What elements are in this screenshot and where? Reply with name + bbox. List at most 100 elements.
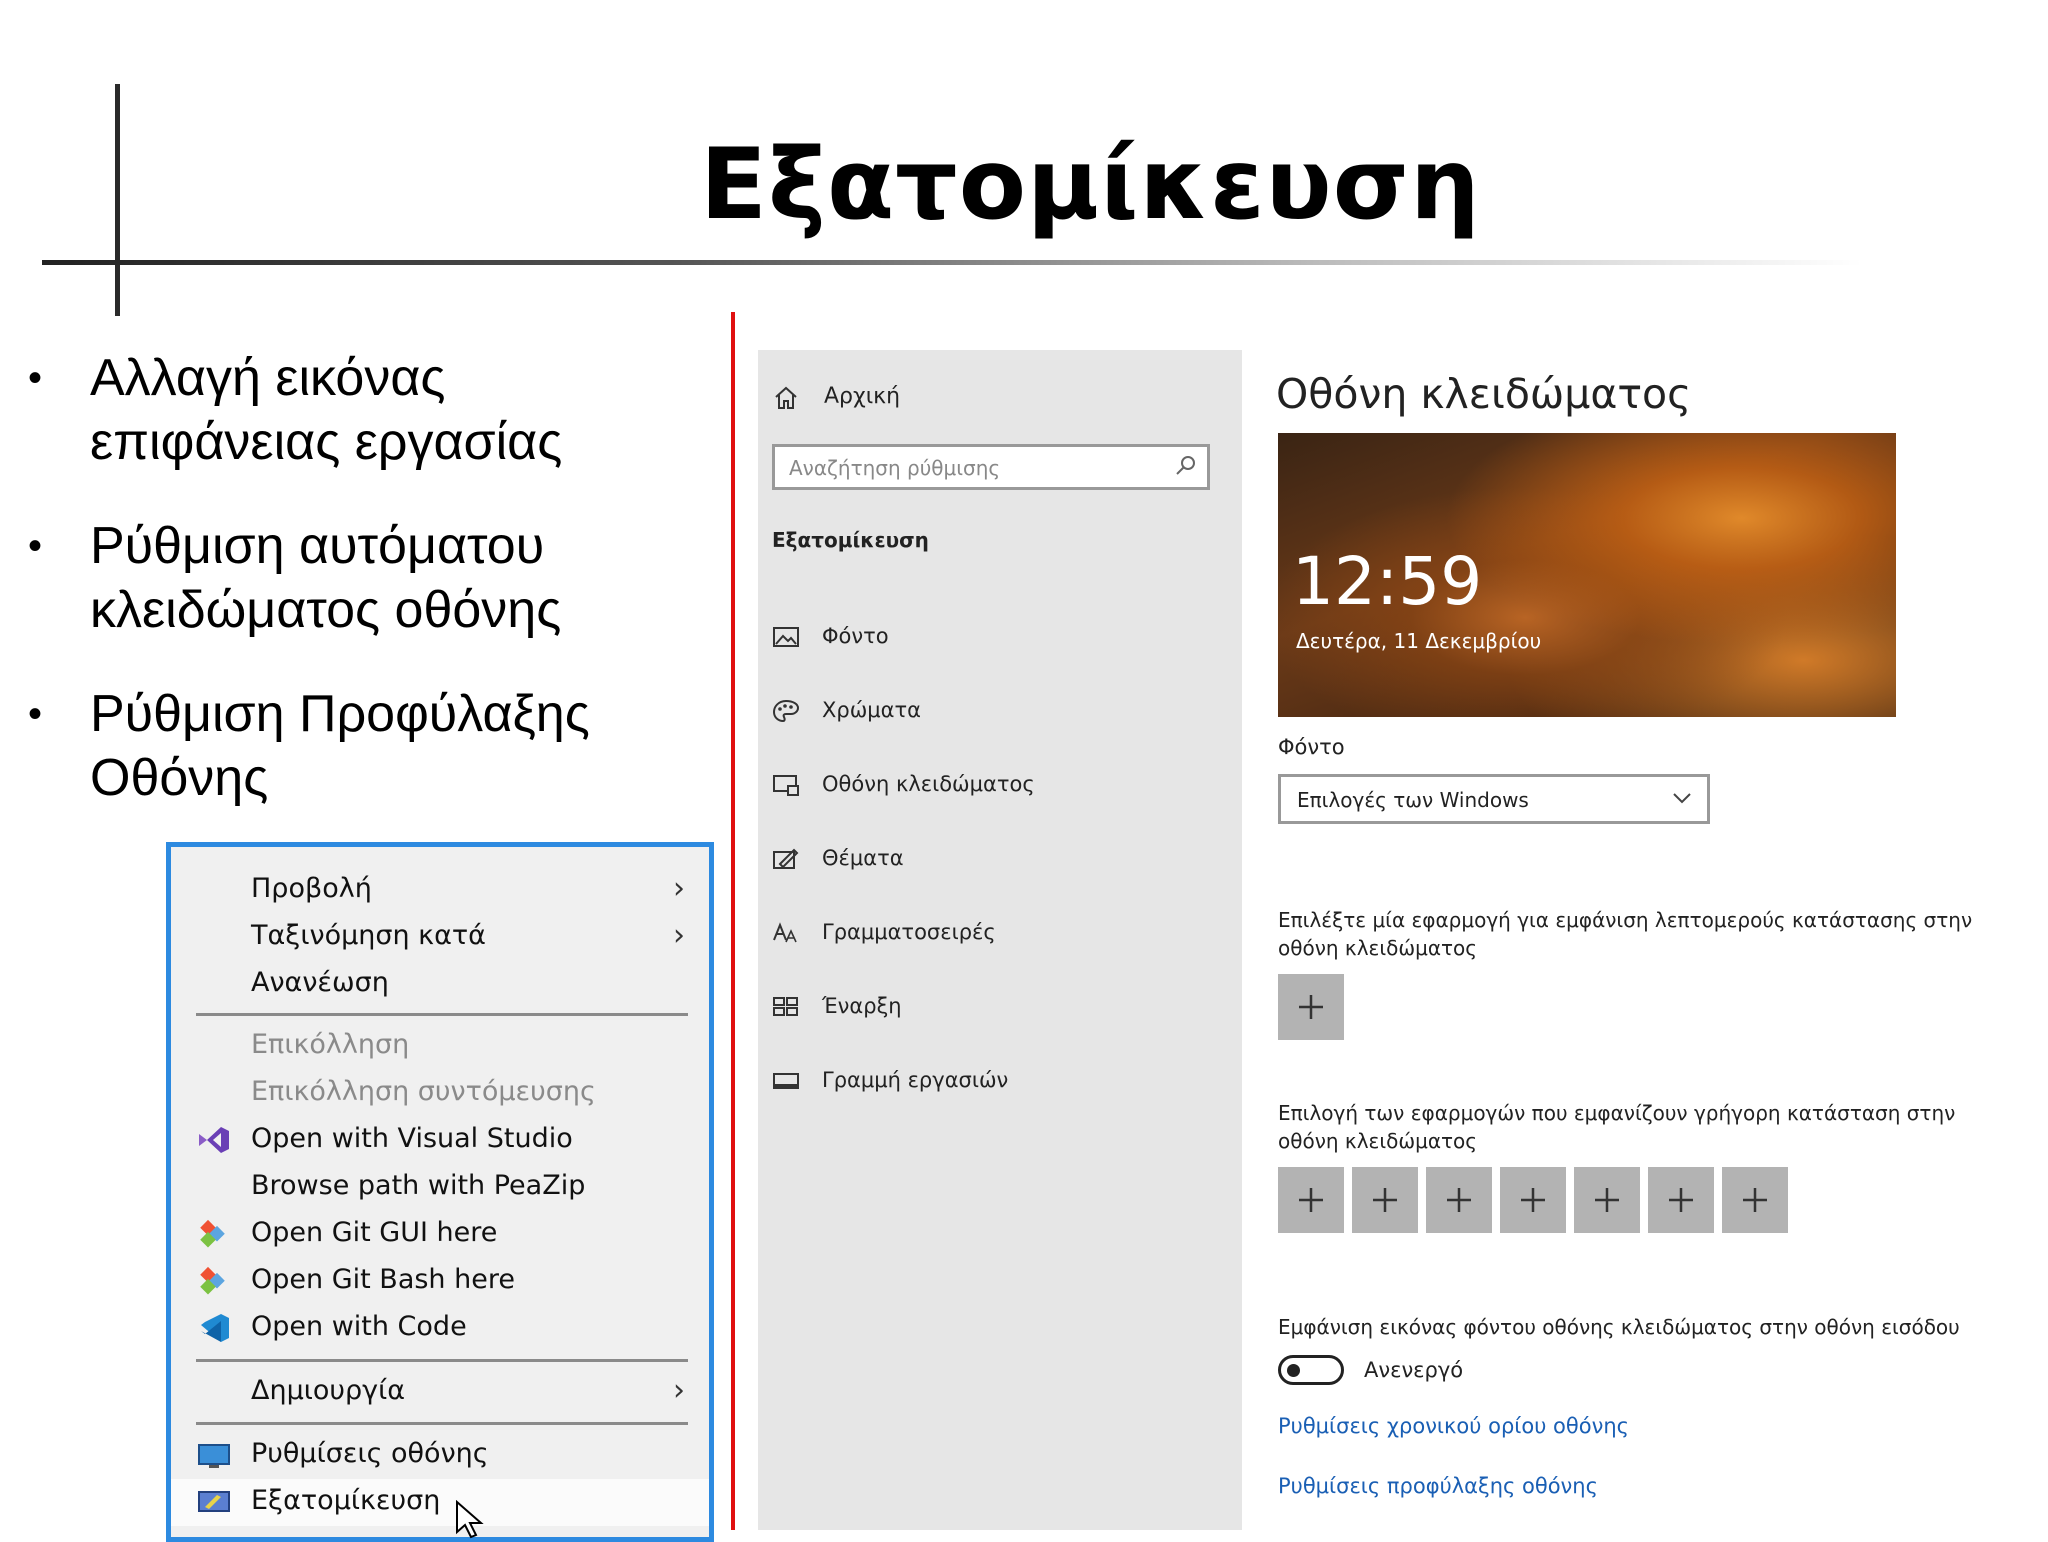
add-detailed-status-app-button[interactable] [1278,974,1344,1040]
show-bg-toggle[interactable] [1278,1355,1344,1385]
add-quick-status-app-button[interactable] [1278,1167,1344,1233]
menu-item-open-git-gui[interactable]: Open Git GUI here [171,1211,709,1258]
bullet-item: • Ρύθμιση αυτόματου κλειδώματος οθόνης [28,514,688,642]
sidebar-item-start[interactable]: Έναρξη [772,990,1212,1030]
menu-item-view[interactable]: Προβολή › [171,867,709,914]
sidebar-item-label: Θέματα [822,846,904,870]
bullet-line: Ρύθμιση Προφύλαξης [90,685,590,743]
slide-horizontal-rule [42,260,1862,265]
add-quick-status-app-button[interactable] [1574,1167,1640,1233]
desc-line: Επιλέξτε μία εφαρμογή για εμφάνιση λεπτο… [1278,908,1973,932]
dropdown-value: Επιλογές των Windows [1297,788,1529,812]
submenu-arrow-icon: › [673,918,685,953]
home-icon [775,386,797,409]
menu-item-label: Επικόλληση συντόμευσης [251,1076,596,1107]
screen-timeout-settings-link[interactable]: Ρυθμίσεις χρονικού ορίου οθόνης [1278,1414,1629,1438]
settings-search-input[interactable]: Αναζήτηση ρύθμισης [772,444,1210,490]
menu-item-new[interactable]: Δημιουργία › [171,1369,709,1416]
plus-icon [1299,995,1323,1019]
submenu-arrow-icon: › [673,1373,685,1408]
add-quick-status-app-button[interactable] [1352,1167,1418,1233]
vscode-icon [201,1314,229,1342]
sidebar-item-label: Αρχική [824,384,901,409]
submenu-arrow-icon: › [673,871,685,906]
page-title: Οθόνη κλειδώματος [1276,370,1692,418]
background-label: Φόντο [1278,735,1345,759]
bullet-line: Οθόνης [90,749,269,807]
menu-item-label: Browse path with PeaZip [251,1170,586,1201]
search-icon [1176,456,1195,475]
themes-icon [773,848,799,869]
menu-item-label: Προβολή [251,873,372,904]
sidebar-item-label: Γραμματοσειρές [822,920,996,944]
plus-icon [1447,1188,1471,1212]
menu-separator [196,1013,688,1016]
menu-item-label: Δημιουργία [251,1375,406,1406]
preview-time: 12:59 [1292,543,1483,620]
mouse-cursor-icon [456,1500,484,1539]
menu-item-refresh[interactable]: Ανανέωση [171,961,709,1008]
add-quick-status-app-button[interactable] [1426,1167,1492,1233]
sidebar-item-colors[interactable]: Χρώματα [772,694,1212,734]
desktop-context-menu: Προβολή › Ταξινόμηση κατά › Ανανέωση Επι… [166,842,714,1542]
add-quick-status-app-button[interactable] [1722,1167,1788,1233]
sidebar-item-label: Φόντο [822,624,889,648]
preview-date: Δευτέρα, 11 Δεκεμβρίου [1296,629,1542,653]
menu-item-label: Open with Visual Studio [251,1123,573,1154]
personalize-icon [198,1491,230,1512]
menu-item-label: Εξατομίκευση [251,1485,441,1516]
sidebar-item-themes[interactable]: Θέματα [772,842,1212,882]
image-icon [773,627,799,647]
menu-item-open-git-bash[interactable]: Open Git Bash here [171,1258,709,1305]
red-divider [731,312,735,1530]
toggle-state-label: Ανενεργό [1364,1358,1464,1382]
menu-item-open-with-code[interactable]: Open with Code [171,1305,709,1352]
sidebar-item-lock-screen[interactable]: Οθόνη κλειδώματος [772,768,1212,808]
bullet-line: κλειδώματος οθόνης [90,581,562,639]
plus-icon [1595,1188,1619,1212]
bullet-marker: • [28,692,43,736]
plus-icon [1669,1188,1693,1212]
sidebar-item-background[interactable]: Φόντο [772,620,1212,660]
start-icon [773,997,798,1016]
background-dropdown[interactable]: Επιλογές των Windows [1278,774,1710,824]
fonts-icon [773,922,797,943]
sidebar-item-label: Έναρξη [822,994,902,1018]
menu-item-paste-shortcut: Επικόλληση συντόμευσης [171,1070,709,1117]
menu-item-label: Επικόλληση [251,1029,410,1060]
bullet-line: Αλλαγή εικόνας [90,349,446,407]
settings-sidebar: Αρχική Αναζήτηση ρύθμισης Εξατομίκευση Φ… [758,350,1242,1530]
taskbar-icon [773,1073,799,1089]
menu-separator [196,1359,688,1362]
show-bg-description: Εμφάνιση εικόνας φόντου οθόνης κλειδώματ… [1278,1315,1960,1339]
screen-saver-settings-link[interactable]: Ρυθμίσεις προφύλαξης οθόνης [1278,1474,1598,1498]
menu-item-display-settings[interactable]: Ρυθμίσεις οθόνης [171,1432,709,1479]
quick-status-description: Επιλογή των εφαρμογών που εμφανίζουν γρή… [1278,1099,1978,1155]
menu-item-label: Open with Code [251,1311,467,1342]
sidebar-item-fonts[interactable]: Γραμματοσειρές [772,916,1212,956]
plus-icon [1299,1188,1323,1212]
bullet-line: Ρύθμιση αυτόματου [90,517,545,575]
bullet-item: • Αλλαγή εικόνας επιφάνειας εργασίας [28,346,688,474]
menu-item-open-visual-studio[interactable]: Open with Visual Studio [171,1117,709,1164]
desc-line: οθόνη κλειδώματος [1278,1129,1478,1153]
desc-line: οθόνη κλειδώματος [1278,936,1478,960]
plus-icon [1521,1188,1545,1212]
chevron-down-icon [1673,793,1691,804]
sidebar-item-label: Γραμμή εργασιών [822,1068,1009,1092]
sidebar-item-taskbar[interactable]: Γραμμή εργασιών [772,1064,1212,1104]
search-placeholder: Αναζήτηση ρύθμισης [789,456,1001,480]
add-quick-status-app-button[interactable] [1500,1167,1566,1233]
plus-icon [1743,1188,1767,1212]
desc-line: Επιλογή των εφαρμογών που εμφανίζουν γρή… [1278,1101,1956,1125]
bullet-list: • Αλλαγή εικόνας επιφάνειας εργασίας • Ρ… [28,346,688,850]
menu-item-personalize[interactable]: Εξατομίκευση [171,1479,709,1526]
menu-item-label: Ταξινόμηση κατά [251,920,486,951]
menu-item-sort-by[interactable]: Ταξινόμηση κατά › [171,914,709,961]
bullet-line: επιφάνειας εργασίας [90,413,563,471]
menu-item-label: Open Git GUI here [251,1217,498,1248]
add-quick-status-app-button[interactable] [1648,1167,1714,1233]
menu-item-label: Ανανέωση [251,967,389,998]
menu-item-browse-peazip[interactable]: Browse path with PeaZip [171,1164,709,1211]
lock-screen-preview: 12:59 Δευτέρα, 11 Δεκεμβρίου [1278,433,1896,717]
